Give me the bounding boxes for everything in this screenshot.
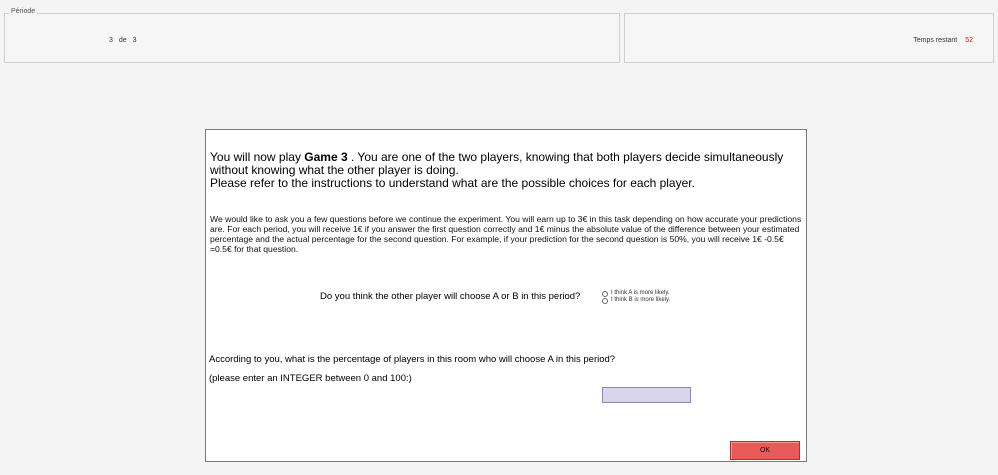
period-legend: Période bbox=[9, 8, 38, 15]
time-panel: Temps restant 52 bbox=[624, 13, 994, 63]
choice-a-label: I think A is more likely. bbox=[611, 290, 670, 296]
period-current: 3 bbox=[109, 37, 113, 44]
question-2-label: According to you, what is the percentage… bbox=[209, 354, 616, 365]
payment-info: We would like to ask you a few questions… bbox=[210, 214, 802, 254]
question-2-note: (please enter an INTEGER between 0 and 1… bbox=[209, 373, 412, 384]
choice-a-option[interactable]: I think A is more likely. bbox=[602, 290, 670, 297]
percentage-input[interactable] bbox=[602, 387, 691, 403]
intro-game: Game 3 bbox=[304, 150, 348, 164]
time-remaining-value: 52 bbox=[965, 37, 973, 44]
time-remaining: Temps restant 52 bbox=[913, 37, 973, 44]
question-panel: You will now play Game 3 . You are one o… bbox=[205, 129, 807, 462]
choice-b-label: I think B is more likely. bbox=[611, 297, 671, 303]
choice-a-radio[interactable] bbox=[602, 290, 608, 297]
period-of: de bbox=[118, 37, 127, 44]
choice-b-option[interactable]: I think B is more likely. bbox=[602, 297, 670, 304]
choice-group: I think A is more likely. I think B is m… bbox=[602, 290, 670, 304]
period-indicator: 3 de 3 bbox=[109, 37, 137, 44]
choice-b-radio[interactable] bbox=[602, 297, 608, 304]
intro-line1-pre: You will now play bbox=[210, 150, 305, 164]
intro-text: You will now play Game 3 . You are one o… bbox=[210, 151, 790, 190]
period-panel: Période 3 de 3 bbox=[4, 8, 620, 63]
intro-line2: Please refer to the instructions to unde… bbox=[210, 176, 695, 190]
period-total: 3 bbox=[132, 37, 137, 44]
time-remaining-label: Temps restant bbox=[913, 37, 958, 44]
ok-button[interactable]: OK bbox=[730, 441, 800, 460]
question-1-label: Do you think the other player will choos… bbox=[320, 291, 581, 302]
